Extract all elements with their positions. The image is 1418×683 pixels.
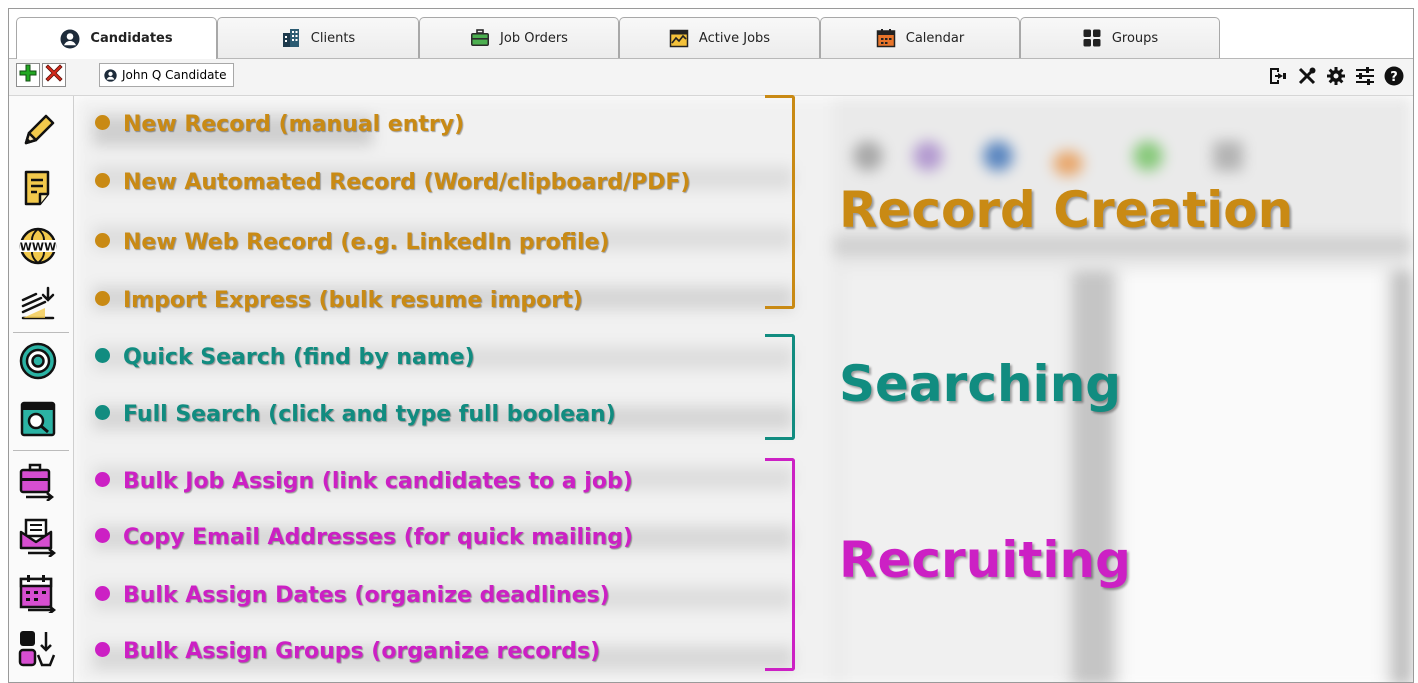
bullet-dot	[95, 348, 110, 363]
record-creation-heading: Record Creation	[839, 181, 1294, 239]
plus-icon	[19, 64, 37, 86]
pencil-icon[interactable]	[15, 108, 61, 154]
svg-text:WWW: WWW	[20, 241, 56, 254]
strip-divider	[13, 450, 69, 451]
delete-button[interactable]	[42, 63, 66, 87]
document-icon[interactable]	[15, 165, 61, 211]
person-icon	[104, 68, 117, 82]
app-window: Candidates Clients Job Orders Active Job…	[8, 8, 1414, 683]
searching-bracket	[765, 334, 795, 440]
menu-item-full-search[interactable]: Full Search (click and type full boolean…	[95, 402, 616, 427]
target-icon[interactable]	[15, 338, 61, 384]
menu-item-import-express[interactable]: Import Express (bulk resume import)	[95, 288, 583, 313]
group-assign-icon[interactable]	[15, 626, 61, 672]
bullet-dot	[95, 291, 110, 306]
tab-label: Calendar	[905, 30, 965, 46]
bullet-dot	[95, 586, 110, 601]
current-record-name: John Q Candidate	[122, 68, 227, 82]
tab-candidates[interactable]: Candidates	[16, 17, 217, 59]
tab-job-orders[interactable]: Job Orders	[419, 17, 619, 58]
toolbar-right-icons: ?	[1267, 65, 1405, 87]
bullet-dot	[95, 115, 110, 130]
sliders-icon[interactable]	[1354, 65, 1376, 87]
record-creation-bracket	[765, 95, 795, 309]
email-copy-icon[interactable]	[15, 514, 61, 560]
menu-item-bulk-assign-dates[interactable]: Bulk Assign Dates (organize deadlines)	[95, 583, 610, 608]
toolbar: John Q Candidate ?	[9, 59, 1413, 96]
svg-text:?: ?	[1390, 70, 1398, 85]
menu-item-new-automated-record[interactable]: New Automated Record (Word/clipboard/PDF…	[95, 170, 691, 195]
bullet-dot	[95, 405, 110, 420]
tab-bar: Candidates Clients Job Orders Active Job…	[9, 9, 1413, 59]
tools-icon[interactable]	[1296, 65, 1318, 87]
add-button[interactable]	[16, 63, 40, 87]
tab-label: Job Orders	[500, 30, 568, 46]
tab-calendar[interactable]: Calendar	[820, 17, 1020, 58]
bullet-dot	[95, 233, 110, 248]
tab-clients[interactable]: Clients	[217, 17, 419, 58]
help-icon[interactable]: ?	[1383, 65, 1405, 87]
search-window-icon[interactable]	[15, 396, 61, 442]
tab-active-jobs[interactable]: Active Jobs	[619, 17, 820, 58]
menu-item-new-web-record[interactable]: New Web Record (e.g. LinkedIn profile)	[95, 230, 609, 255]
recruiting-bracket	[765, 458, 795, 671]
x-icon	[45, 64, 63, 86]
www-icon[interactable]: WWW	[15, 223, 61, 269]
gear-icon[interactable]	[1325, 65, 1347, 87]
menu-item-bulk-assign-groups[interactable]: Bulk Assign Groups (organize records)	[95, 639, 600, 664]
building-icon	[281, 28, 301, 48]
menu-item-new-record[interactable]: New Record (manual entry)	[95, 112, 464, 137]
recruiting-heading: Recruiting	[839, 531, 1131, 589]
bullet-dot	[95, 642, 110, 657]
tab-label: Active Jobs	[698, 30, 771, 46]
calendar-assign-icon[interactable]	[15, 570, 61, 616]
chart-icon	[669, 28, 689, 48]
action-icon-strip: WWW	[9, 96, 74, 682]
tab-label: Candidates	[90, 31, 173, 46]
tab-groups[interactable]: Groups	[1020, 17, 1220, 58]
briefcase-assign-icon[interactable]	[15, 458, 61, 504]
bullet-dot	[95, 472, 110, 487]
bullet-dot	[95, 528, 110, 543]
groups-icon	[1082, 28, 1102, 48]
tab-label: Groups	[1111, 30, 1159, 46]
person-icon	[60, 29, 80, 49]
import-icon[interactable]	[15, 281, 61, 327]
export-icon[interactable]	[1267, 65, 1289, 87]
menu-item-copy-email-addresses[interactable]: Copy Email Addresses (for quick mailing)	[95, 525, 633, 550]
menu-item-quick-search[interactable]: Quick Search (find by name)	[95, 345, 475, 370]
menu-item-bulk-job-assign[interactable]: Bulk Job Assign (link candidates to a jo…	[95, 469, 633, 494]
briefcase-icon	[470, 28, 490, 48]
searching-heading: Searching	[839, 355, 1122, 413]
calendar-icon	[876, 28, 896, 48]
tab-label: Clients	[310, 30, 356, 46]
strip-divider	[13, 332, 69, 333]
current-record-field[interactable]: John Q Candidate	[99, 63, 234, 87]
bullet-dot	[95, 173, 110, 188]
